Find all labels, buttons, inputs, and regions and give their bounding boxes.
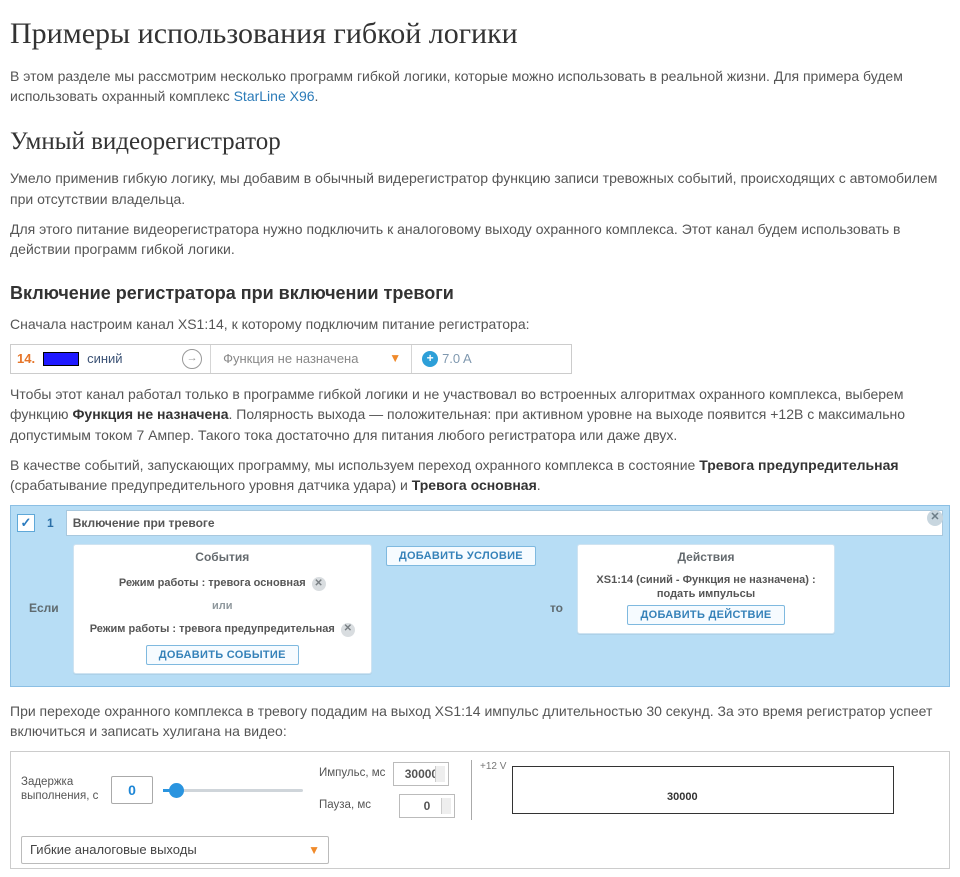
add-action-button[interactable]: ДОБАВИТЬ ДЕЙСТВИЕ (627, 605, 784, 625)
pause-label: Пауза, мс (319, 799, 391, 813)
chevron-down-icon: ▼ (389, 350, 401, 367)
slider-thumb[interactable] (169, 783, 184, 798)
add-condition-button[interactable]: ДОБАВИТЬ УСЛОВИЕ (386, 546, 536, 566)
delay-label: Задержка выполнения, с (21, 776, 101, 804)
divider (210, 345, 211, 373)
events-title: События (195, 549, 249, 566)
channel-color-swatch (43, 352, 79, 366)
product-link[interactable]: StarLine X96 (234, 88, 315, 104)
impulse-settings-panel: Задержка выполнения, с 0 Импульс, мс 300… (10, 751, 950, 869)
if-keyword: Если (29, 600, 59, 617)
channel-config-row: 14. синий → Функция не назначена ▼ + 7.0… (10, 344, 572, 374)
pause-value: 0 (424, 798, 431, 815)
remove-icon[interactable]: ✕ (312, 577, 326, 591)
delay-slider[interactable] (163, 780, 303, 800)
paragraph: Сначала настроим канал XS1:14, к котором… (10, 314, 950, 334)
section-heading: Умный видеорегистратор (10, 124, 950, 160)
channel-function-label: Функция не назначена (223, 350, 358, 369)
bold-text: Функция не назначена (72, 406, 228, 422)
paragraph: При переходе охранного комплекса в трево… (10, 701, 950, 742)
pause-value-stepper[interactable]: 0 (399, 794, 455, 818)
channel-color-name: синий (87, 350, 182, 369)
conditions-column: ДОБАВИТЬ УСЛОВИЕ (386, 544, 536, 566)
divider (411, 345, 412, 373)
event-pill[interactable]: Режим работы : тревога предупредительная… (82, 619, 363, 641)
program-number: 1 (41, 515, 60, 532)
actions-card: Действия XS1:14 (синий - Функция не назн… (577, 544, 835, 634)
paragraph: Умело применив гибкую логику, мы добавим… (10, 168, 950, 209)
text: . (537, 477, 541, 493)
intro-paragraph: В этом разделе мы рассмотрим несколько п… (10, 66, 950, 107)
page-title: Примеры использования гибкой логики (10, 12, 950, 56)
text: (срабатывание предупредительного уровня … (10, 477, 412, 493)
subsection-heading: Включение регистратора при включении тре… (10, 280, 950, 306)
paragraph: В качестве событий, запускающих программ… (10, 455, 950, 496)
program-body: Если События Режим работы : тревога осно… (11, 540, 949, 685)
event-pill[interactable]: Режим работы : тревога основная ✕ (111, 573, 334, 595)
polarity-plus-icon[interactable]: + (422, 351, 438, 367)
program-header: ✓ 1 (11, 506, 949, 540)
remove-icon[interactable]: ✕ (341, 623, 355, 637)
bold-text: Тревога основная (412, 477, 537, 493)
impulse-value-stepper[interactable]: 30000 (393, 762, 449, 786)
dropdown-label: Гибкие аналоговые выходы (30, 841, 197, 860)
event-label: Режим работы : тревога предупредительная (90, 622, 335, 638)
events-card: События Режим работы : тревога основная … (73, 544, 372, 673)
text: В качестве событий, запускающих программ… (10, 457, 699, 473)
event-label: Режим работы : тревога основная (119, 576, 306, 592)
paragraph: Для этого питание видеорегистратора нужн… (10, 219, 950, 260)
chevron-down-icon: ▼ (308, 842, 320, 859)
program-title-input[interactable] (66, 510, 943, 536)
impulse-label: Импульс, мс (319, 767, 385, 781)
channel-amps: 7.0 A (442, 350, 472, 369)
action-description[interactable]: XS1:14 (синий - Функция не назначена) : … (591, 573, 821, 602)
arrow-out-icon[interactable]: → (182, 349, 202, 369)
stepper-up-icon[interactable] (437, 768, 443, 772)
channel-number: 14. (11, 350, 43, 369)
stepper-down-icon[interactable] (443, 808, 449, 812)
add-event-button[interactable]: ДОБАВИТЬ СОБЫТИЕ (146, 645, 299, 665)
channel-function-dropdown[interactable]: Функция не назначена ▼ (215, 350, 409, 369)
waveform-box (512, 766, 894, 814)
text: В этом разделе мы рассмотрим несколько п… (10, 68, 903, 104)
or-label: или (212, 599, 233, 615)
paragraph: Чтобы этот канал работал только в програ… (10, 384, 950, 445)
bold-text: Тревога предупредительная (699, 457, 898, 473)
slider-track (163, 789, 303, 792)
output-group-dropdown[interactable]: Гибкие аналоговые выходы ▼ (21, 836, 329, 864)
delay-value-input[interactable]: 0 (111, 776, 153, 804)
logic-program-block: ✓ 1 ✕ Если События Режим работы : тревог… (10, 505, 950, 686)
impulse-value: 30000 (405, 766, 438, 783)
stepper-down-icon[interactable] (437, 776, 443, 780)
voltage-label: +12 V (480, 760, 506, 775)
impulse-waveform-graph: +12 V 30000 (471, 760, 908, 820)
then-keyword: то (550, 600, 563, 617)
program-enabled-checkbox[interactable]: ✓ (17, 514, 35, 532)
actions-title: Действия (677, 549, 734, 566)
text: . (315, 88, 319, 104)
